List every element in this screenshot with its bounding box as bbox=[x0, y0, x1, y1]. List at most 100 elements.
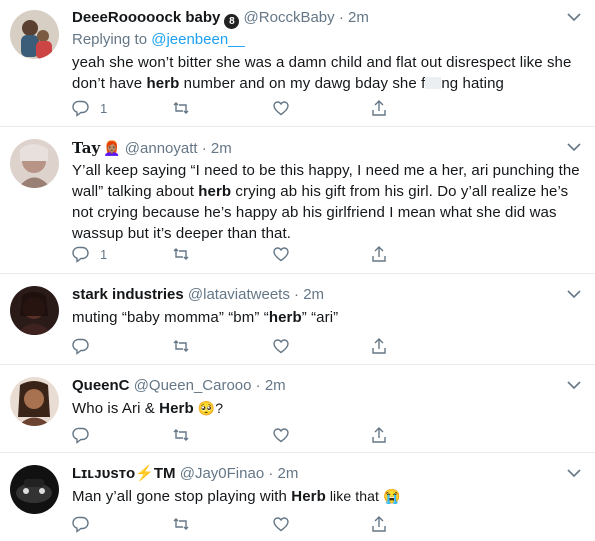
share-button[interactable] bbox=[370, 336, 388, 356]
display-name[interactable]: Lɪʟᴊᴜsᴛᴏ⚡TM bbox=[72, 465, 176, 482]
user-handle[interactable]: @Queen_Carooo bbox=[134, 377, 252, 394]
display-name[interactable]: Tay bbox=[72, 139, 100, 157]
reply-button[interactable] bbox=[72, 425, 90, 445]
share-button[interactable] bbox=[370, 98, 388, 118]
text-part: muting “baby momma” “bm” “ bbox=[72, 309, 269, 326]
retweet-icon bbox=[173, 102, 189, 114]
tweet-text: Who is Ari & Herb 🥺? bbox=[72, 398, 583, 419]
tweet-actions bbox=[72, 514, 402, 534]
chevron-down-icon[interactable] bbox=[567, 142, 581, 152]
tweet[interactable]: Lɪʟᴊᴜsᴛᴏ⚡TM @Jay0Finao · 2m Man y’all go… bbox=[0, 453, 595, 541]
retweet-button[interactable] bbox=[172, 514, 190, 534]
share-button[interactable] bbox=[370, 425, 388, 445]
avatar[interactable] bbox=[10, 377, 59, 426]
timestamp[interactable]: 2m bbox=[211, 140, 232, 157]
chevron-down-icon[interactable] bbox=[567, 468, 581, 478]
mention-link[interactable]: @jeenbeen__ bbox=[151, 31, 245, 48]
text-part: number and on my dawg bday she f bbox=[179, 75, 426, 92]
share-button[interactable] bbox=[370, 244, 388, 264]
tweet-text: muting “baby momma” “bm” “herb” “ari” bbox=[72, 307, 583, 328]
replying-prefix: Replying to bbox=[72, 31, 152, 48]
display-name[interactable]: DeeeRooooock baby bbox=[72, 9, 220, 26]
like-icon bbox=[273, 428, 289, 443]
like-button[interactable] bbox=[272, 244, 290, 264]
display-name[interactable]: QueenC bbox=[72, 377, 130, 394]
timestamp[interactable]: 2m bbox=[265, 377, 286, 394]
share-icon bbox=[372, 100, 386, 116]
tweet-actions bbox=[72, 425, 402, 445]
display-name[interactable]: stark industries bbox=[72, 286, 184, 303]
avatar-image bbox=[10, 10, 59, 59]
chevron-down-icon[interactable] bbox=[567, 289, 581, 299]
retweet-icon bbox=[173, 429, 189, 441]
reply-icon bbox=[72, 516, 89, 533]
retweet-button[interactable] bbox=[172, 98, 190, 118]
retweet-icon bbox=[173, 518, 189, 530]
share-button[interactable] bbox=[370, 514, 388, 534]
tweet-actions: 1 bbox=[72, 244, 402, 264]
retweet-icon bbox=[173, 248, 189, 260]
share-icon bbox=[372, 246, 386, 262]
tweet-actions: 1 bbox=[72, 98, 402, 118]
tweet[interactable]: QueenC @Queen_Carooo · 2m Who is Ari & H… bbox=[0, 365, 595, 453]
reply-icon bbox=[72, 427, 89, 444]
tweet-header: stark industries @lataviatweets · 2m bbox=[72, 285, 583, 305]
avatar-image bbox=[10, 139, 59, 188]
retweet-button[interactable] bbox=[172, 425, 190, 445]
reply-button[interactable] bbox=[72, 514, 90, 534]
share-icon bbox=[372, 338, 386, 354]
separator-dot: · bbox=[201, 140, 207, 157]
chevron-down-icon[interactable] bbox=[567, 380, 581, 390]
avatar[interactable] bbox=[10, 286, 59, 335]
reply-icon bbox=[72, 338, 89, 355]
like-button[interactable] bbox=[272, 514, 290, 534]
reply-button[interactable]: 1 bbox=[72, 98, 107, 118]
tweet-header: Tay 👩🏽‍🦰 @annoyatt · 2m bbox=[72, 138, 583, 158]
avatar-image bbox=[10, 465, 59, 514]
highlight: Herb bbox=[159, 400, 194, 417]
like-icon bbox=[273, 517, 289, 532]
user-handle[interactable]: @Jay0Finao bbox=[180, 465, 264, 482]
like-icon bbox=[273, 339, 289, 354]
timestamp[interactable]: 2m bbox=[278, 465, 299, 482]
timestamp[interactable]: 2m bbox=[348, 9, 369, 26]
tweet-text: Y’all keep saying “I need to be this hap… bbox=[72, 160, 583, 244]
tweet-actions bbox=[72, 336, 402, 356]
separator-dot: · bbox=[268, 465, 274, 482]
highlight: herb bbox=[198, 183, 232, 200]
separator-dot: · bbox=[294, 286, 300, 303]
reply-icon bbox=[72, 100, 89, 117]
chevron-down-icon[interactable] bbox=[567, 12, 581, 22]
avatar[interactable] bbox=[10, 465, 59, 514]
share-icon bbox=[372, 516, 386, 532]
tweet[interactable]: DeeeRooooock baby 8 @RocckBaby · 2m Reply… bbox=[0, 0, 595, 127]
timestamp[interactable]: 2m bbox=[303, 286, 324, 303]
retweet-button[interactable] bbox=[172, 336, 190, 356]
highlight: herb bbox=[146, 75, 180, 92]
avatar[interactable] bbox=[10, 139, 59, 188]
like-button[interactable] bbox=[272, 336, 290, 356]
reply-count: 1 bbox=[100, 100, 108, 116]
retweet-button[interactable] bbox=[172, 244, 190, 264]
reply-button[interactable]: 1 bbox=[72, 244, 107, 264]
tweet-header: DeeeRooooock baby 8 @RocckBaby · 2m bbox=[72, 8, 583, 29]
text-part: ” “ari” bbox=[301, 309, 339, 326]
user-handle[interactable]: @lataviatweets bbox=[188, 286, 290, 303]
like-button[interactable] bbox=[272, 98, 290, 118]
user-handle[interactable]: @annoyatt bbox=[125, 140, 198, 157]
reply-feed: DeeeRooooock baby 8 @RocckBaby · 2m Reply… bbox=[0, 0, 595, 541]
tweet-text: Man y’all gone stop playing with Herb li… bbox=[72, 486, 583, 507]
share-icon bbox=[372, 427, 386, 443]
tweet[interactable]: Tay 👩🏽‍🦰 @annoyatt · 2m Y’all keep saying… bbox=[0, 127, 595, 274]
tweet-text: yeah she won’t bitter she was a damn chi… bbox=[72, 52, 583, 94]
separator-dot: · bbox=[255, 377, 261, 394]
user-handle[interactable]: @RocckBaby bbox=[244, 9, 335, 26]
avatar-image bbox=[10, 377, 59, 426]
avatar[interactable] bbox=[10, 10, 59, 59]
like-button[interactable] bbox=[272, 425, 290, 445]
tweet[interactable]: stark industries @lataviatweets · 2m mut… bbox=[0, 274, 595, 365]
name-emoji: 👩🏽‍🦰 bbox=[103, 140, 121, 156]
reply-button[interactable] bbox=[72, 336, 90, 356]
retweet-icon bbox=[173, 340, 189, 352]
highlight: Herb bbox=[291, 488, 326, 505]
